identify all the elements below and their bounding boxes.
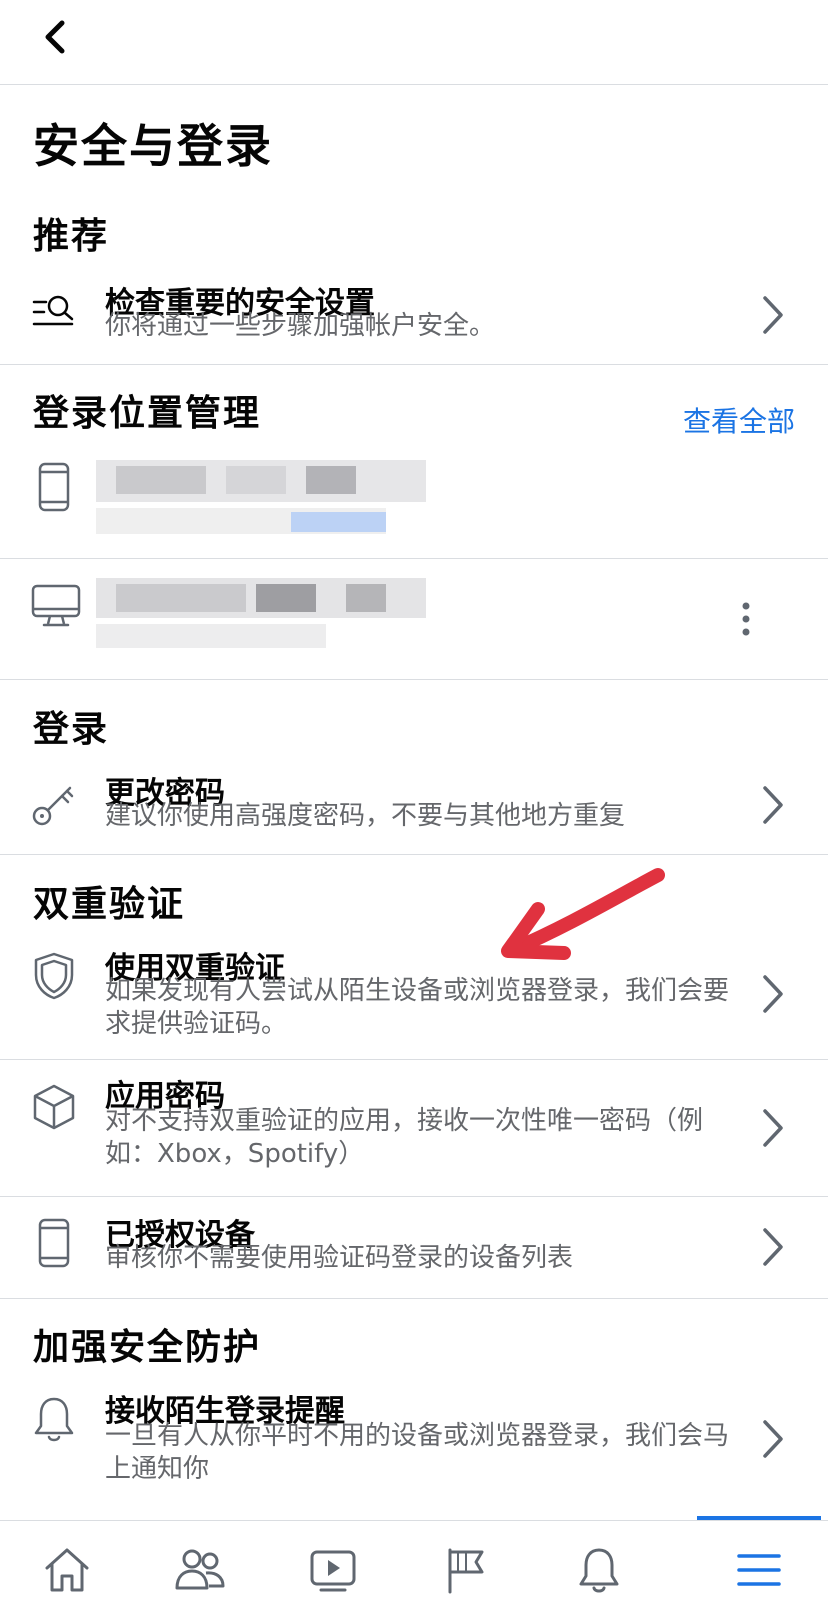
chevron-right-icon xyxy=(755,969,791,1019)
bottom-tab-bar xyxy=(0,1520,828,1623)
tab-video[interactable] xyxy=(298,1535,368,1605)
login-location-item[interactable] xyxy=(0,450,828,558)
redacted-device-info xyxy=(96,460,426,542)
search-list-icon xyxy=(30,288,82,340)
chevron-right-icon xyxy=(755,780,791,830)
bell-icon xyxy=(579,1548,619,1593)
shield-icon xyxy=(30,951,82,1003)
row-description: 建议你使用高强度密码，不要与其他地方重复 xyxy=(105,801,626,831)
menu-icon xyxy=(737,1554,781,1586)
change-password-row[interactable]: 更改密码 建议你使用高强度密码，不要与其他地方重复 xyxy=(0,758,828,852)
chevron-right-icon xyxy=(755,290,791,340)
section-heading-recommended: 推荐 xyxy=(33,216,110,257)
check-security-settings-row[interactable]: 检查重要的安全设置 你将通过一些步骤加强帐户安全。 xyxy=(0,270,828,362)
friends-icon xyxy=(175,1549,225,1590)
section-heading-two-factor: 双重验证 xyxy=(33,884,186,925)
tab-home[interactable] xyxy=(32,1535,102,1605)
row-description: 你将通过一些步骤加强帐户安全。 xyxy=(105,311,496,341)
phone-icon xyxy=(30,1218,82,1270)
row-description: 对不支持双重验证的应用，接收一次性唯一密码（例如：Xbox，Spotify） xyxy=(105,1106,704,1169)
use-two-factor-row[interactable]: 使用双重验证 如果发现有人尝试从陌生设备或浏览器登录，我们会要求提供验证码。 xyxy=(0,935,828,1059)
divider xyxy=(0,364,828,365)
divider xyxy=(0,1059,828,1060)
row-description: 一旦有人从你平时不用的设备或浏览器登录，我们会马上通知你 xyxy=(105,1421,730,1484)
phone-icon xyxy=(30,462,82,514)
authorized-devices-row[interactable]: 已授权设备 审核你不需要使用验证码登录的设备列表 xyxy=(0,1200,828,1296)
home-icon xyxy=(45,1548,89,1592)
page-title: 安全与登录 xyxy=(33,119,273,173)
more-vertical-icon xyxy=(742,602,750,636)
row-description: 如果发现有人尝试从陌生设备或浏览器登录，我们会要求提供验证码。 xyxy=(105,976,730,1039)
desktop-icon xyxy=(30,582,82,634)
more-options-button[interactable] xyxy=(732,600,760,640)
bell-icon xyxy=(30,1394,82,1446)
app-passwords-row[interactable]: 应用密码 对不支持双重验证的应用，接收一次性唯一密码（例如：Xbox，Spoti… xyxy=(0,1063,828,1195)
tab-menu[interactable] xyxy=(724,1535,794,1605)
top-bar xyxy=(0,0,828,85)
view-all-link[interactable]: 查看全部 xyxy=(683,400,795,440)
section-heading-extra-security: 加强安全防护 xyxy=(33,1327,262,1368)
chevron-right-icon xyxy=(755,1103,791,1153)
chevron-left-icon xyxy=(45,20,65,54)
cube-icon xyxy=(30,1083,82,1135)
divider xyxy=(0,1298,828,1299)
video-icon xyxy=(310,1550,356,1592)
chevron-right-icon xyxy=(755,1222,791,1272)
back-button[interactable] xyxy=(30,12,80,62)
divider xyxy=(0,679,828,680)
unrecognized-login-alerts-row[interactable]: 接收陌生登录提醒 一旦有人从你平时不用的设备或浏览器登录，我们会马上通知你 xyxy=(0,1378,828,1508)
login-location-item[interactable] xyxy=(0,560,828,678)
tab-pages[interactable] xyxy=(431,1535,501,1605)
section-heading-login: 登录 xyxy=(33,709,110,750)
section-heading-login-locations: 登录位置管理 xyxy=(33,393,262,434)
key-icon xyxy=(30,780,82,832)
divider xyxy=(0,854,828,855)
divider xyxy=(0,558,828,559)
row-description: 审核你不需要使用验证码登录的设备列表 xyxy=(105,1243,574,1273)
redacted-device-info xyxy=(96,578,426,656)
tab-friends[interactable] xyxy=(165,1535,235,1605)
flag-icon xyxy=(448,1548,484,1594)
chevron-right-icon xyxy=(755,1414,791,1464)
divider xyxy=(0,1196,828,1197)
tab-notifications[interactable] xyxy=(564,1535,634,1605)
annotation-arrow xyxy=(501,868,665,960)
